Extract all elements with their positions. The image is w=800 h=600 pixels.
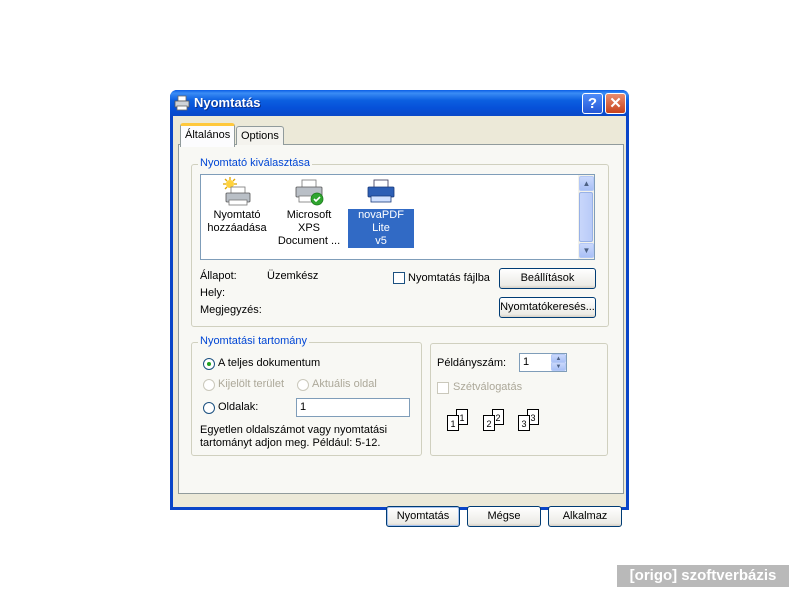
watermark-text: [origo] szoftverbázis	[617, 565, 789, 587]
printer-list[interactable]: Nyomtató hozzáadása Microsoft XPS Docume…	[200, 174, 595, 260]
current-page-label: Aktuális oldal	[312, 378, 377, 390]
close-button[interactable]: ✕	[605, 93, 626, 114]
pages-input[interactable]: 1	[296, 398, 410, 417]
apply-button[interactable]: Alkalmaz	[548, 506, 622, 527]
printer-default-check-icon	[292, 177, 326, 207]
pages-radio[interactable]	[203, 402, 215, 414]
cancel-button[interactable]: Mégse	[467, 506, 541, 527]
pages-label: Oldalak:	[218, 401, 259, 413]
copies-spinner[interactable]: ▲ ▼	[551, 354, 566, 371]
page-range-hint: Egyetlen oldalszámot vagy nyomtatási tar…	[200, 424, 388, 449]
print-button[interactable]: Nyomtatás	[386, 506, 460, 527]
title-bar[interactable]: Nyomtatás ? ✕	[170, 90, 629, 116]
printer-item-label: Microsoft XPS Document ...	[277, 209, 341, 247]
scroll-thumb[interactable]	[579, 192, 593, 242]
location-label: Hely:	[200, 287, 226, 299]
printer-item-xps[interactable]: Microsoft XPS Document ...	[276, 177, 342, 248]
comment-label: Megjegyzés:	[200, 304, 262, 316]
printer-item-label: novaPDF Lite v5	[348, 209, 414, 248]
tab-options[interactable]: Options	[236, 126, 284, 145]
spin-down-icon[interactable]: ▼	[551, 362, 566, 371]
selection-radio	[203, 379, 215, 391]
current-page-radio	[297, 379, 309, 391]
add-printer-icon	[220, 177, 254, 207]
selection-label: Kijelölt terület	[218, 378, 285, 390]
scroll-up-icon[interactable]: ▲	[579, 176, 594, 191]
printer-icon	[174, 95, 190, 111]
collate-label: Szétválogatás	[453, 381, 523, 393]
print-dialog: Nyomtatás ? ✕ Általános Options Nyomtató…	[170, 90, 629, 527]
page-range-legend: Nyomtatási tartomány	[198, 335, 309, 347]
printer-list-scrollbar[interactable]: ▲ ▼	[578, 175, 594, 259]
status-value: Üzemkész	[267, 270, 319, 282]
window-title: Nyomtatás	[194, 95, 261, 110]
dialog-body: Általános Options Nyomtató kiválasztása	[173, 116, 626, 527]
print-to-file-label: Nyomtatás fájlba	[408, 272, 490, 284]
all-pages-radio[interactable]	[203, 358, 215, 370]
collate-illustration: 1 1 2 2 3 3	[441, 409, 551, 444]
status-label: Állapot:	[200, 270, 237, 282]
printer-select-legend: Nyomtató kiválasztása	[198, 157, 313, 169]
printer-item-novapdf[interactable]: novaPDF Lite v5	[348, 177, 414, 248]
scroll-down-icon[interactable]: ▼	[579, 243, 594, 258]
all-pages-label: A teljes dokumentum	[218, 357, 321, 369]
copies-label: Példányszám:	[437, 357, 507, 369]
tab-general[interactable]: Általános	[180, 123, 236, 147]
print-to-file-checkbox[interactable]	[393, 272, 405, 284]
settings-button[interactable]: Beállítások	[499, 268, 596, 289]
find-printer-button[interactable]: Nyomtatókeresés...	[499, 297, 596, 318]
printer-icon	[364, 177, 398, 207]
help-button[interactable]: ?	[582, 93, 603, 114]
printer-item-add[interactable]: Nyomtató hozzáadása	[204, 177, 270, 235]
printer-item-label: Nyomtató hozzáadása	[207, 209, 267, 234]
collate-checkbox	[437, 382, 449, 394]
